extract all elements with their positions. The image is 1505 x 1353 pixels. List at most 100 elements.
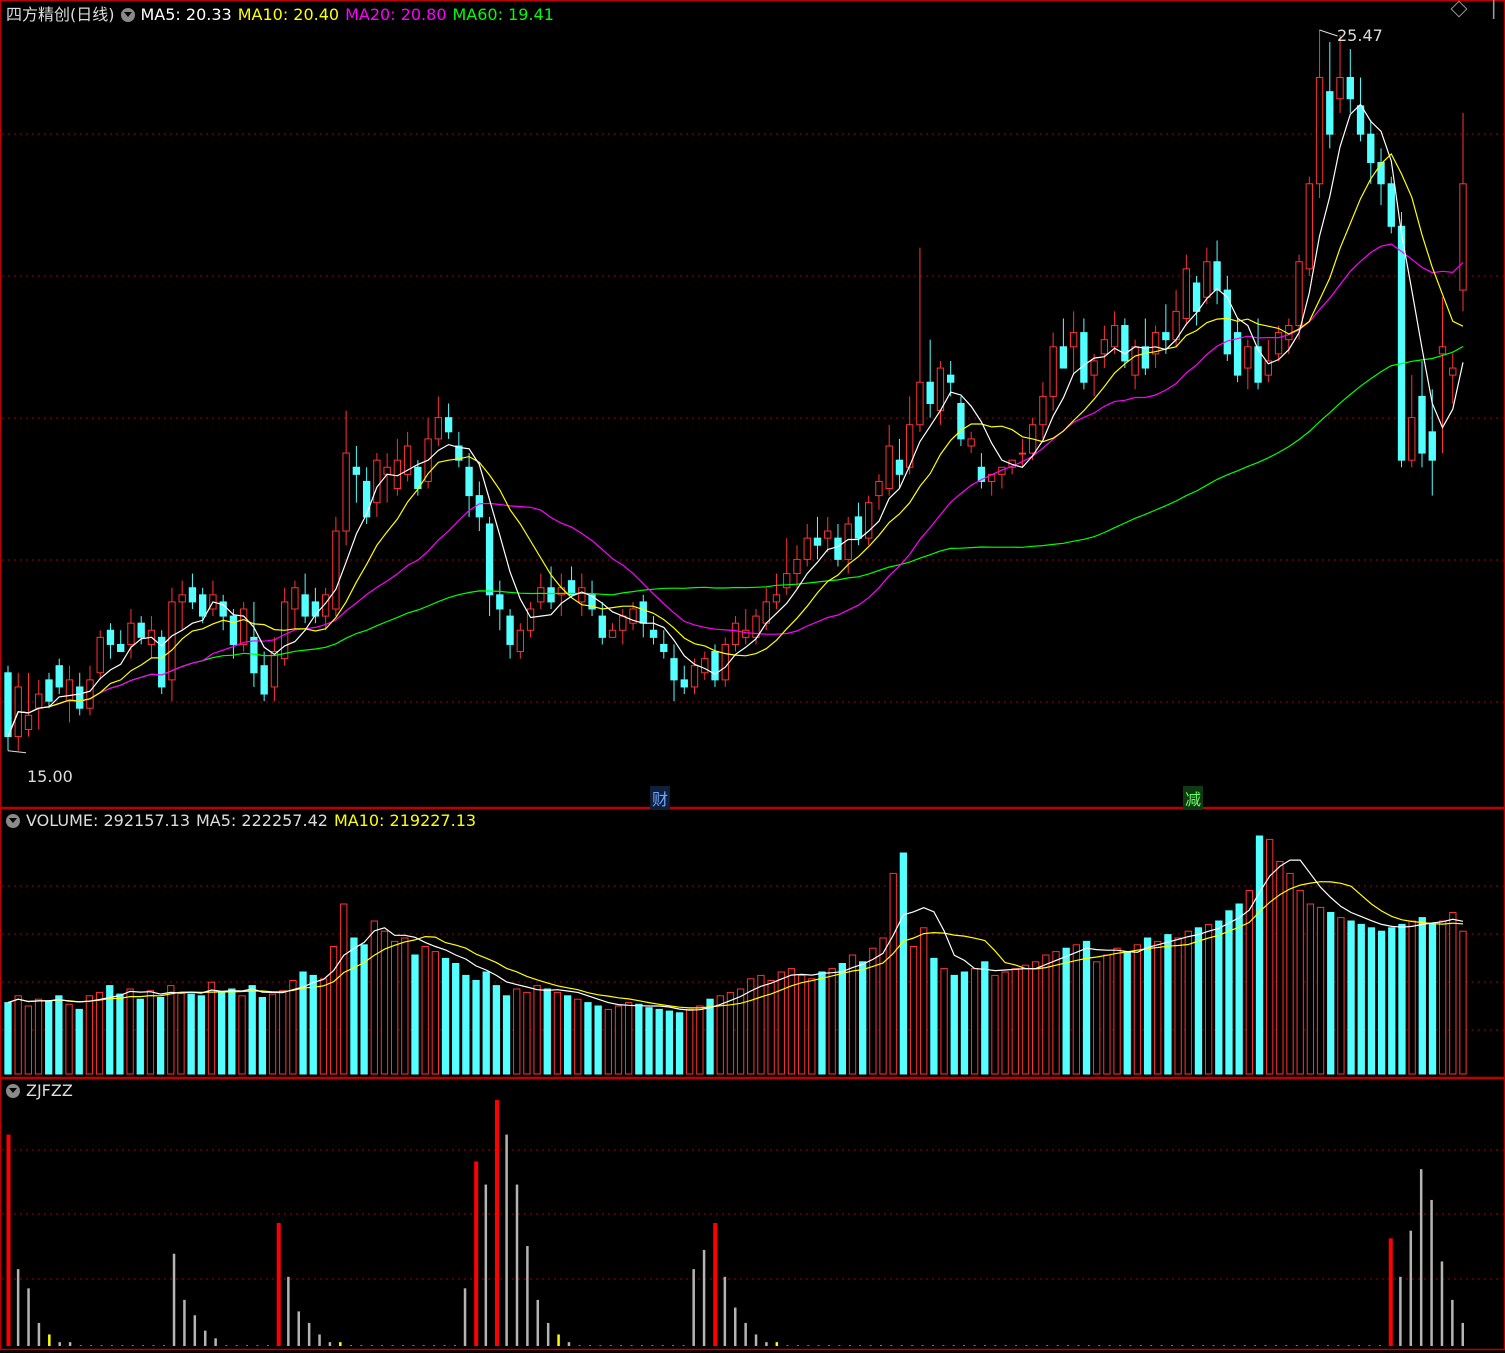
candle-body <box>239 608 248 645</box>
volume-bar <box>34 998 43 1075</box>
reduction-marker[interactable]: 减 <box>1183 786 1204 810</box>
volume-bar <box>1133 944 1142 1075</box>
volume-bar <box>1418 917 1426 1075</box>
volume-bar <box>594 1005 602 1075</box>
candle-body <box>475 495 484 518</box>
volume-bar <box>716 995 724 1075</box>
candle-body <box>1018 452 1027 455</box>
zjfzz-bar <box>1461 1322 1464 1346</box>
volume-bar <box>889 872 897 1075</box>
finance-marker[interactable]: 财 <box>650 786 671 810</box>
zjfzz-bar <box>287 1276 290 1346</box>
zjfzz-bar <box>775 1342 779 1346</box>
volume-bar <box>747 978 755 1075</box>
zjfzz-bar <box>754 1334 758 1346</box>
zjfzz-bar <box>58 1342 61 1346</box>
candle-body <box>301 594 309 617</box>
volume-menu-icon[interactable] <box>6 814 20 828</box>
volume-bar <box>818 971 826 1075</box>
zjfzz-bar <box>474 1161 479 1346</box>
candle-body <box>690 665 699 688</box>
zjfzz-bar <box>1430 1199 1433 1346</box>
volume-bar <box>248 985 256 1075</box>
zjfzz-bar <box>1451 1299 1454 1346</box>
candle-body <box>1203 261 1211 298</box>
zjfzz-bar <box>27 1288 30 1346</box>
candle-body <box>567 580 576 596</box>
candle-body <box>660 643 668 653</box>
volume-bar <box>614 1005 623 1075</box>
volume-bar <box>1174 937 1182 1075</box>
volume-bar <box>848 954 857 1075</box>
volume-bar <box>1255 835 1264 1075</box>
volume-bar <box>513 988 521 1075</box>
volume-bar <box>1438 920 1447 1075</box>
candle-body <box>1121 325 1129 362</box>
candle-body <box>783 573 791 589</box>
volume-bar <box>1245 889 1253 1075</box>
price-panel[interactable] <box>4 29 1467 754</box>
volume-bar <box>207 981 216 1075</box>
volume-bar <box>859 961 867 1075</box>
volume-ma5-line <box>7 859 1464 1011</box>
volume-bar <box>177 991 185 1075</box>
volume-panel[interactable] <box>4 835 1467 1075</box>
zjfzz-bar <box>744 1322 747 1346</box>
price-header: 四方精创(日线) MA5: 20.33 MA10: 20.40 MA20: 20.80… <box>6 1 560 25</box>
zjfzz-bar <box>1440 1261 1444 1346</box>
volume-bar <box>1062 947 1070 1075</box>
zjfzz-bar <box>1409 1230 1413 1346</box>
volume-bar <box>4 1002 12 1075</box>
volume-bar <box>920 927 928 1075</box>
candle-body <box>1408 417 1416 461</box>
zjfzz-bar <box>723 1276 727 1346</box>
zjfzz-bar <box>734 1307 737 1346</box>
candle-body <box>1223 289 1232 355</box>
zjfzz-bar <box>505 1134 508 1346</box>
candle-body <box>967 438 975 447</box>
volume-bar <box>981 961 989 1075</box>
candle-body <box>1090 360 1098 376</box>
volume-bar <box>1449 912 1457 1075</box>
zjfzz-bar <box>297 1311 300 1346</box>
volume-bar <box>625 1002 633 1075</box>
volume-bar <box>757 974 765 1075</box>
candle-body <box>516 629 525 653</box>
volume-bar <box>1428 923 1437 1075</box>
candle-body <box>260 665 268 695</box>
volume-bar <box>380 930 389 1075</box>
volume-bar <box>1103 954 1111 1075</box>
candle-body <box>762 601 770 624</box>
volume-bar <box>543 988 551 1075</box>
indicator-menu-icon[interactable] <box>120 8 135 22</box>
candle-body <box>106 629 115 645</box>
candle-body <box>1141 346 1150 369</box>
zjfzz-bar <box>16 1269 20 1346</box>
stock-chart[interactable] <box>0 0 1505 1353</box>
zjfzz-bar <box>172 1253 176 1346</box>
volume-bar <box>116 993 124 1075</box>
volume-bar <box>136 998 144 1075</box>
candle-body <box>875 480 883 497</box>
candle-body <box>619 615 627 631</box>
volume-bar <box>1367 927 1376 1075</box>
low-label: 15.00 <box>27 767 73 786</box>
zjfzz-bar <box>765 1342 768 1346</box>
volume-bar <box>1306 903 1315 1075</box>
candle-body <box>1418 395 1426 454</box>
volume-bar <box>431 951 439 1075</box>
zjfzz-bar <box>702 1249 706 1346</box>
volume-legend: VOLUME: 292157.13 <box>26 811 190 830</box>
volume-bar <box>1032 961 1040 1075</box>
stock-title: 四方精创(日线) <box>6 5 115 24</box>
volume-bar <box>289 980 297 1075</box>
zjfzz-menu-icon[interactable] <box>6 1084 20 1098</box>
candle-body <box>1449 367 1457 376</box>
volume-bar <box>167 985 175 1075</box>
volume-bar <box>462 974 470 1075</box>
scroll-right-icon[interactable]: ▕ <box>1482 0 1494 19</box>
candle-body <box>649 629 658 638</box>
zjfzz-bar <box>515 1184 519 1346</box>
candle-body <box>444 417 453 433</box>
zjfzz-panel[interactable] <box>6 1100 1465 1346</box>
